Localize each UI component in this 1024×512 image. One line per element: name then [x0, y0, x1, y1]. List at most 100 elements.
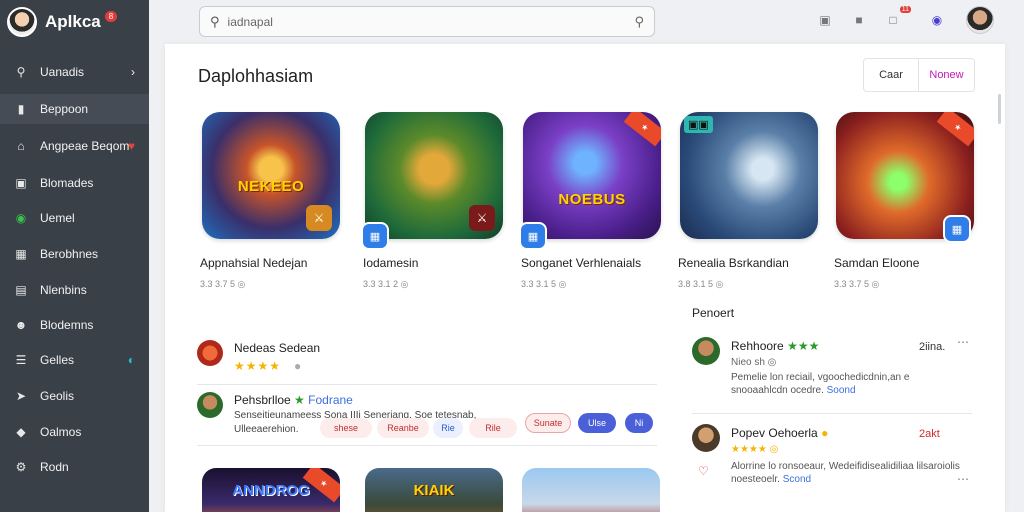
sidebar-item-label: Rodn	[40, 460, 69, 474]
chart-icon: ☰	[15, 353, 27, 367]
divider	[692, 413, 972, 414]
home-icon: ⌂	[17, 139, 25, 153]
sidebar-item-label: Gelles	[40, 353, 75, 367]
more-icon[interactable]: ⋯	[957, 472, 969, 486]
app-card[interactable]: NEKEEO ⚔ Appnahsial Nedejan 3.3 3.7 5 ◎	[200, 112, 342, 289]
people-icon: ☻	[14, 318, 28, 332]
more-icon[interactable]: ⋯	[957, 335, 969, 349]
app-meta: 3.8 3.1 5 ◎	[678, 279, 724, 289]
recent-label: Penoert	[692, 306, 735, 320]
app-thumbnail[interactable]: ▣▣	[680, 112, 818, 239]
sidebar-item-2[interactable]: ⌂ Angpeae Beqom ♥	[0, 131, 149, 161]
heart-icon[interactable]: ♡	[698, 464, 709, 478]
app-thumbnail[interactable]: KIAIK	[365, 468, 503, 512]
chip[interactable]: Sunate	[525, 413, 571, 433]
reviewer-name-text: Popev Oehoerla	[731, 426, 818, 440]
brand[interactable]: Aplkca 8	[0, 0, 149, 44]
sidebar-item-0[interactable]: ⚲ Uanadis ›	[0, 57, 149, 87]
review-body: Pemelie lon reciail, vgoochedicdnin,an e…	[731, 372, 910, 396]
sidebar-item-9[interactable]: ➤ Geolis	[0, 381, 149, 411]
chip[interactable]: Ni	[625, 413, 653, 433]
sidebar-item-label: Oalmos	[40, 425, 82, 439]
top-bar: ⚲ iadnapal ⚲ ▣ ■ □ 11 ◉	[149, 0, 1024, 44]
review-item: Nedeas Sedean ★★★★ ●	[197, 340, 657, 380]
list-icon: ▤	[15, 283, 27, 297]
chip[interactable]: Reanbe	[377, 418, 429, 438]
message-icon[interactable]: ■	[850, 11, 868, 29]
calendar-icon[interactable]: ▣	[816, 11, 834, 29]
recent-review: Popev Oehoerla ● 2akt ★★★★ ◎ Alorrine lo…	[692, 424, 972, 494]
review-body: Alorrine lo ronsoeaur, Wedeifidisealidil…	[731, 461, 960, 485]
sidebar-item-4[interactable]: ◉ Uemel	[0, 203, 149, 233]
sidebar-item-5[interactable]: ▦ Berobhnes	[0, 239, 149, 269]
sidebar-item-6[interactable]: ▤ Nlenbins	[0, 275, 149, 305]
review-text: Alorrine lo ronsoeaur, Wedeifidisealidil…	[731, 460, 961, 486]
review-link[interactable]: Soond	[827, 385, 856, 396]
tab-1[interactable]: Nonew	[918, 59, 974, 91]
review-text: Pemelie lon reciail, vgoochedicdnin,an e…	[731, 371, 961, 397]
sidebar-item-8[interactable]: ☰ Gelles ◐	[0, 345, 149, 375]
app-meta: 3.3 3.1 5 ◎	[521, 279, 567, 289]
app-title[interactable]: Iodamesin	[363, 256, 523, 270]
send-icon: ➤	[15, 389, 27, 403]
sidebar-item-10[interactable]: ◆ Oalmos	[0, 417, 149, 447]
app-thumbnail[interactable]	[522, 468, 660, 512]
star-icon: ★	[294, 393, 305, 407]
chip[interactable]: shese	[320, 418, 372, 438]
search-submit-icon[interactable]: ⚲	[634, 14, 644, 30]
reviewer-avatar[interactable]	[692, 337, 720, 365]
scrollbar[interactable]	[998, 94, 1001, 124]
review-link[interactable]: Scond	[783, 474, 811, 485]
notification-icon[interactable]: □ 11	[884, 6, 911, 29]
user-avatar[interactable]	[966, 6, 994, 34]
app-title[interactable]: Appnahsial Nedejan	[200, 256, 360, 270]
chip[interactable]: Rie	[433, 418, 463, 438]
app-title[interactable]: Samdan Eloone	[834, 256, 994, 270]
brand-avatar	[7, 7, 37, 37]
app-thumbnail[interactable]: ⚔	[365, 112, 503, 239]
app-card[interactable]: ▣▣ Renealia Bsrkandian 3.8 3.1 5 ◎	[678, 112, 820, 289]
rating-stars: ★★★★	[234, 359, 282, 373]
app-card[interactable]: ⚔ ▦ Iodamesin 3.3 3.1 2 ◎	[361, 112, 505, 289]
app-thumbnail[interactable]: ANNDROG ★	[202, 468, 340, 512]
reviewer-avatar[interactable]	[197, 340, 223, 366]
search-input[interactable]: ⚲ iadnapal ⚲	[199, 6, 655, 37]
sidebar-item-1[interactable]: ▮ Beppoon	[0, 94, 149, 124]
sidebar-item-7[interactable]: ☻ Blodemns	[0, 310, 149, 340]
app-meta: 3.3 3.1 2 ◎	[363, 279, 409, 289]
sidebar-item-label: Angpeae Beqom	[40, 139, 130, 153]
review-sub: ★★★★ ◎	[731, 444, 779, 455]
thumbnail-caption: KIAIK	[413, 482, 455, 499]
sidebar-item-label: Blomades	[40, 176, 94, 190]
reviewer-name: Popev Oehoerla ●	[731, 426, 828, 440]
app-card[interactable]: NOEBUS ★ ▦ Songanet Verhlenaials 3.3 3.1…	[519, 112, 663, 289]
app-card[interactable]: ★ ▦ Samdan Eloone 3.3 3.7 5 ◎	[834, 112, 976, 289]
chip[interactable]: Ulse	[578, 413, 616, 433]
app-title[interactable]: Renealia Bsrkandian	[678, 256, 838, 270]
app-thumbnail[interactable]: NOEBUS ★	[523, 112, 661, 239]
sidebar-item-label: Beppoon	[40, 102, 89, 116]
reviewer-avatar[interactable]	[692, 424, 720, 452]
game-icon: ⚔	[306, 205, 332, 231]
app-thumbnail[interactable]: NEKEEO ⚔	[202, 112, 340, 239]
review-sub: Nieo sh ◎	[731, 357, 777, 368]
chip[interactable]: Rile	[469, 418, 517, 438]
tag-icon: ◆	[16, 425, 26, 439]
app-logo-icon: ▣▣	[684, 116, 713, 133]
sidebar-item-3[interactable]: ▣ Blomades	[0, 168, 149, 198]
rating-stars: ★★★	[787, 339, 820, 353]
app-meta: 3.3 3.7 5 ◎	[200, 279, 246, 289]
review-time: 2iina.	[919, 341, 946, 353]
chat-icon[interactable]: ◉	[928, 11, 946, 29]
tab-0[interactable]: Caar	[864, 59, 918, 91]
app-badge: 8	[104, 10, 118, 22]
bookmark-icon: ▮	[17, 102, 25, 116]
reviewer-name: Nedeas Sedean	[234, 341, 321, 355]
reviewer-avatar[interactable]	[197, 392, 223, 418]
app-title[interactable]: Songanet Verhlenaials	[521, 256, 681, 270]
search-icon: ⚲	[16, 65, 26, 79]
review-time: 2akt	[919, 428, 940, 440]
sidebar-item-label: Berobhnes	[40, 247, 99, 261]
sidebar-item-11[interactable]: ⚙ Rodn	[0, 452, 149, 482]
divider	[197, 445, 657, 446]
